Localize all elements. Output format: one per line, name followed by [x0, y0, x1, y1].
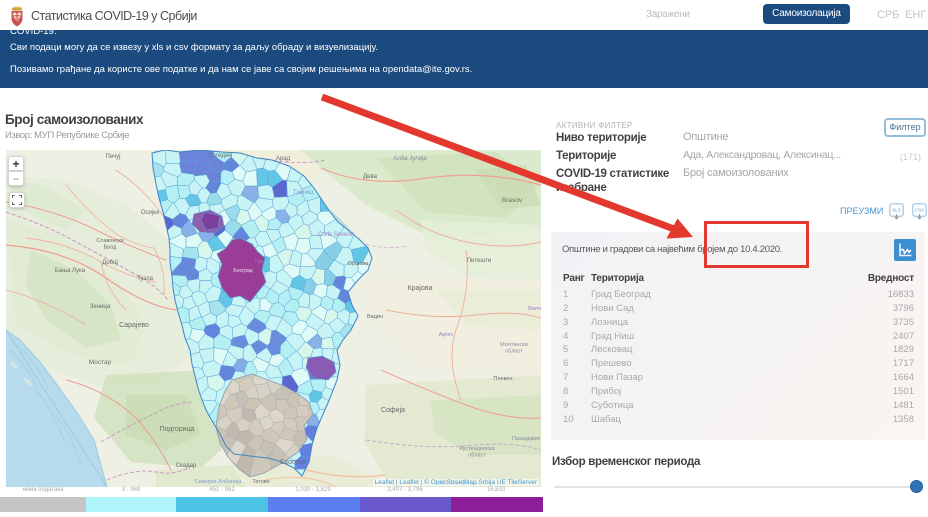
svg-text:Монтанска: Монтанска — [500, 342, 529, 348]
svg-text:Плевен: Плевен — [493, 376, 512, 382]
svg-text:Видин: Видин — [367, 314, 383, 320]
svg-text:XLS: XLS — [892, 208, 901, 213]
svg-text:Сегедин: Сегедин — [208, 153, 231, 159]
svg-text:Оршава: Оршава — [348, 261, 370, 267]
svg-text:Зеница: Зеница — [90, 304, 111, 310]
svg-text:Арад: Арад — [276, 156, 291, 162]
svg-text:Подгорица: Подгорица — [160, 426, 195, 433]
svg-text:Осијек: Осијек — [141, 210, 160, 216]
svg-text:Corls Severin: Corls Severin — [318, 232, 354, 238]
svg-text:Београд: Београд — [233, 268, 252, 274]
svg-text:Крајова: Крајова — [408, 285, 433, 292]
svg-text:Брод: Брод — [104, 245, 118, 251]
svg-text:Тетово: Тетово — [252, 479, 269, 485]
svg-text:Тимиш: Тимиш — [293, 189, 314, 196]
svg-text:област: област — [468, 453, 486, 459]
svg-text:Мостар: Мостар — [89, 359, 112, 366]
svg-text:Добој: Добој — [102, 260, 118, 266]
svg-text:Пазарджик: Пазарджик — [512, 436, 540, 442]
svg-text:Brasov: Brasov — [502, 197, 523, 204]
svg-text:Тузла: Тузла — [137, 276, 154, 282]
svg-text:Аргес: Аргес — [439, 332, 454, 338]
svg-text:Сарајево: Сарајево — [119, 322, 149, 329]
svg-text:Софија: Софија — [381, 407, 405, 414]
svg-text:Дева: Дева — [363, 174, 378, 180]
svg-text:Вилча: Вилча — [528, 306, 541, 312]
svg-text:CSV: CSV — [915, 208, 925, 213]
svg-text:Славонски: Славонски — [96, 238, 123, 244]
svg-text:област: област — [505, 349, 523, 355]
svg-text:Северна Албанија: Северна Албанија — [195, 479, 243, 485]
svg-text:Алба Јулија: Алба Јулија — [393, 156, 427, 162]
svg-text:Печуј: Печуј — [106, 154, 121, 160]
svg-text:Гор: Гор — [255, 259, 263, 265]
svg-text:Бања Лука: Бања Лука — [55, 268, 86, 274]
svg-text:Скопље: Скопље — [280, 459, 306, 466]
svg-text:Скадар: Скадар — [176, 463, 197, 469]
svg-text:Питешти: Питешти — [467, 258, 492, 264]
svg-text:Ќустендилска: Ќустендилска — [459, 445, 495, 452]
